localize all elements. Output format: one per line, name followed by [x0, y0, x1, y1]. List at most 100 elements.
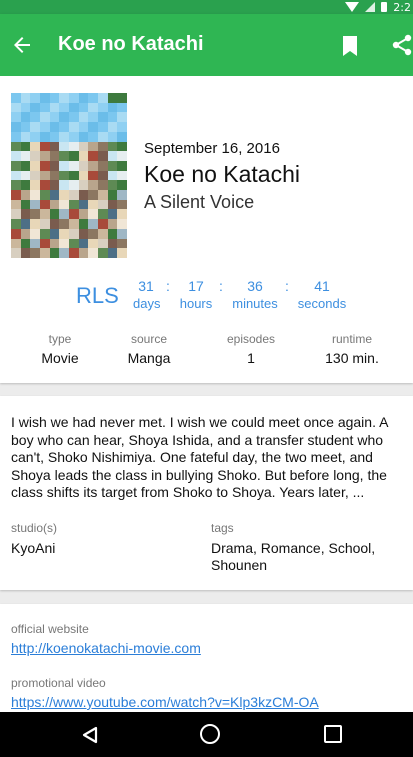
poster-pixel — [88, 228, 98, 239]
details-card: I wish we had never met. I wish we could… — [0, 396, 413, 590]
poster-pixel — [49, 209, 60, 220]
poster-pixel — [59, 238, 69, 249]
poster-pixel — [69, 112, 79, 123]
poster-pixel — [88, 93, 98, 103]
poster-pixel — [49, 122, 60, 132]
content-scroll[interactable]: September 16, 2016 Koe no Katachi A Sile… — [0, 76, 413, 712]
poster-pixel — [20, 93, 31, 103]
poster-pixel — [11, 228, 21, 239]
poster-pixel — [107, 131, 118, 142]
poster-pixel — [40, 180, 50, 191]
poster-pixel — [69, 248, 79, 258]
poster-pixel — [107, 112, 118, 123]
meta-episodes-key: episodes — [226, 332, 276, 346]
countdown-seconds: 41 seconds — [296, 278, 348, 311]
countdown-hours-label: hours — [179, 296, 213, 311]
poster-pixel — [40, 209, 50, 220]
promo-video-link[interactable]: https://www.youtube.com/watch?v=Klp3kzCM… — [11, 694, 319, 710]
poster-pixel — [30, 219, 40, 229]
promo-video-label: promotional video — [11, 676, 106, 690]
poster-pixel — [98, 151, 108, 161]
poster-pixel — [59, 219, 69, 229]
poster-pixel — [11, 170, 21, 181]
poster-pixel — [20, 141, 31, 152]
poster-pixel — [49, 112, 60, 123]
poster-pixel — [98, 190, 108, 200]
poster-pixel — [117, 151, 127, 161]
arrow-back-icon[interactable] — [10, 33, 34, 57]
poster-pixel — [11, 238, 21, 249]
poster-pixel — [98, 122, 108, 132]
countdown-seconds-label: seconds — [297, 296, 347, 311]
app-bar-title: Koe no Katachi — [58, 33, 204, 55]
nav-recents-icon[interactable] — [324, 725, 342, 743]
poster-pixel — [40, 122, 50, 132]
poster-pixel — [88, 141, 98, 152]
nav-back-icon[interactable] — [81, 726, 99, 744]
poster-pixel — [98, 131, 108, 142]
countdown-label: RLS — [76, 283, 119, 308]
poster-pixel — [117, 209, 127, 220]
poster-pixel — [49, 131, 60, 142]
meta-episodes-value: 1 — [247, 350, 255, 366]
poster-pixel — [49, 141, 60, 152]
poster-pixel — [11, 131, 21, 142]
poster-pixel — [40, 199, 50, 210]
poster-pixel — [49, 248, 60, 258]
poster-pixel — [78, 151, 89, 161]
poster-pixel — [40, 112, 50, 123]
poster-pixel — [40, 238, 50, 249]
poster-pixel — [88, 199, 98, 210]
poster-pixel — [30, 160, 40, 171]
status-bar: 2:2 — [0, 0, 413, 14]
poster-pixel — [20, 238, 31, 249]
poster-pixel — [69, 180, 79, 191]
poster-pixel — [11, 141, 21, 152]
poster-pixel — [30, 122, 40, 132]
poster-pixel — [40, 131, 50, 142]
poster-pixel — [78, 209, 89, 220]
poster-pixel — [107, 102, 118, 113]
poster-pixel — [11, 102, 21, 113]
poster-pixel — [117, 199, 127, 210]
poster-pixel — [78, 190, 89, 200]
countdown-separator: : — [219, 278, 223, 294]
official-website-link[interactable]: http://koenokatachi-movie.com — [11, 640, 201, 656]
poster-pixel — [98, 209, 108, 220]
poster-pixel — [40, 93, 50, 103]
poster-pixel — [11, 93, 21, 103]
poster-pixel — [49, 151, 60, 161]
poster-pixel — [59, 151, 69, 161]
poster-pixel — [30, 190, 40, 200]
poster-pixel — [30, 228, 40, 239]
system-nav-bar — [0, 712, 413, 757]
poster-pixel — [107, 209, 118, 220]
poster-pixel — [107, 248, 118, 258]
release-countdown: RLS 31 days : 17 hours : 36 minutes : 41… — [0, 276, 413, 316]
countdown-days: 31 days — [133, 278, 160, 311]
synopsis-text[interactable]: I wish we had never met. I wish we could… — [11, 414, 408, 502]
poster-pixel — [30, 180, 40, 191]
poster-pixel — [49, 238, 60, 249]
bookmark-icon[interactable] — [341, 36, 359, 56]
poster-pixel — [20, 180, 31, 191]
poster-pixel — [49, 160, 60, 171]
tags-key: tags — [211, 521, 234, 535]
meta-type-key: type — [48, 332, 72, 346]
share-icon[interactable] — [391, 34, 413, 56]
poster-pixel — [117, 180, 127, 191]
poster-pixel — [98, 170, 108, 181]
poster-pixel — [11, 122, 21, 132]
countdown-separator: : — [285, 278, 289, 294]
poster-pixel — [98, 102, 108, 113]
poster-pixel — [107, 160, 118, 171]
poster-image — [11, 93, 127, 258]
poster-pixel — [98, 141, 108, 152]
nav-home-icon[interactable] — [200, 724, 220, 744]
poster-pixel — [88, 248, 98, 258]
poster-pixel — [20, 228, 31, 239]
poster-pixel — [69, 160, 79, 171]
poster-pixel — [78, 238, 89, 249]
poster-pixel — [30, 131, 40, 142]
poster-pixel — [59, 112, 69, 123]
